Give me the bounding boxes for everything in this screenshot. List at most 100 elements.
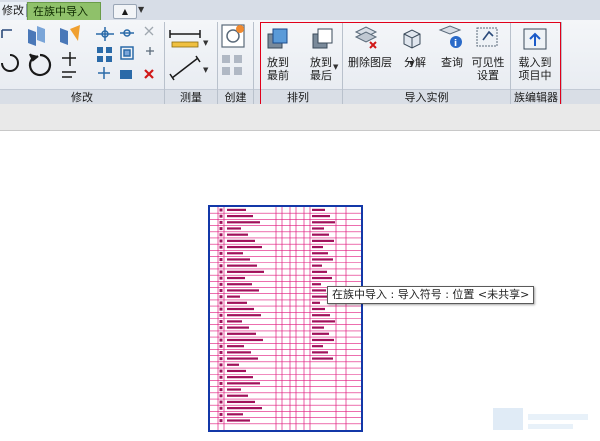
measure-distance-icon [169, 30, 201, 38]
cell-text-mark [312, 264, 322, 267]
cell-text-mark [312, 245, 323, 249]
cell-text-mark [312, 289, 326, 292]
family-category-icon [221, 24, 245, 48]
cell-text-mark [227, 307, 254, 311]
cell-text-mark [312, 345, 323, 348]
cell-text-mark [312, 301, 320, 304]
ruler-icon [171, 41, 199, 48]
cell-index-mark [219, 289, 223, 293]
cell-text-mark [312, 252, 328, 255]
ribbon-toggle-icon: ▲ [121, 7, 129, 16]
dropdown-arrow-icon: ▼ [203, 66, 209, 74]
cell-index-mark [219, 369, 223, 373]
cell-text-mark [227, 369, 246, 373]
cell-text-mark [312, 214, 330, 218]
cell-text-mark [312, 326, 324, 329]
cell-text-mark [312, 320, 335, 323]
cell-index-mark [219, 400, 223, 404]
cell-index-mark [219, 208, 223, 212]
cell-index-mark [219, 239, 223, 243]
cell-text-mark [227, 357, 258, 360]
cell-index-mark [219, 326, 223, 330]
move-icon [96, 27, 114, 41]
cell-text-mark [227, 252, 243, 255]
cell-index-mark [219, 363, 223, 367]
scale-icon [120, 46, 134, 60]
cell-index-mark [219, 233, 223, 237]
cell-text-mark [312, 227, 324, 230]
aligned-dimension-icon [169, 55, 201, 81]
cell-text-mark [227, 345, 244, 348]
align-small-icon [62, 71, 76, 78]
cell-text-mark [227, 413, 243, 416]
align-icon [1, 29, 12, 38]
tab-import-in-family[interactable]: 在族中导入 [27, 2, 101, 21]
create-small-icons [222, 55, 242, 75]
cell-text-mark [227, 227, 241, 230]
element-tooltip: 在族中导入 : 导入符号 : 位置 <未共享> [327, 286, 535, 304]
tab-modify[interactable]: 修改 [0, 2, 26, 20]
cell-index-mark [219, 419, 223, 423]
cell-text-mark [227, 283, 252, 286]
cell-text-mark [227, 382, 260, 385]
cell-text-mark [227, 338, 263, 342]
cell-index-mark [219, 357, 223, 361]
cell-text-mark [312, 258, 333, 261]
cell-index-mark [219, 406, 223, 410]
cell-text-mark [312, 208, 325, 211]
cell-text-mark [227, 289, 259, 292]
cell-text-mark [227, 301, 247, 304]
cell-text-mark [227, 258, 250, 261]
cell-text-mark [227, 276, 245, 280]
array-icon [97, 47, 112, 62]
cell-index-mark [219, 295, 223, 299]
cell-text-mark [227, 270, 264, 273]
cell-index-mark [219, 251, 223, 255]
cell-text-mark [227, 376, 253, 379]
cell-text-mark [227, 407, 262, 410]
panel-label-create: 创建 [218, 89, 253, 105]
cell-index-mark [219, 307, 223, 311]
drawing-table-graphic [210, 207, 361, 430]
cell-text-mark [312, 338, 334, 342]
imported-cad-drawing[interactable] [208, 205, 363, 432]
cell-text-mark [227, 208, 246, 211]
cell-text-mark [312, 221, 335, 224]
rotate-icon [1, 54, 19, 72]
ribbon-tab-bar: 修改 在族中导入 ▲ ▼ [0, 0, 600, 21]
copy-icon [120, 29, 134, 37]
cell-index-mark [219, 320, 223, 323]
cell-index-mark [219, 214, 223, 218]
cell-text-mark [227, 264, 257, 267]
cell-text-mark [227, 400, 255, 404]
cell-index-mark [219, 264, 223, 268]
cell-index-mark [219, 282, 223, 286]
watermark-logo [493, 408, 588, 430]
unpin-icon [146, 47, 154, 55]
cell-text-mark [227, 388, 241, 391]
cell-index-mark [219, 313, 223, 317]
cell-text-mark [312, 239, 334, 242]
ribbon-toggle-button[interactable]: ▲ [113, 4, 137, 19]
mirror-icon [60, 25, 80, 45]
cell-text-mark [227, 419, 250, 422]
dropdown-arrow-icon[interactable]: ▼ [138, 5, 144, 14]
cell-index-mark [219, 245, 223, 249]
cell-text-mark [312, 233, 329, 236]
cell-index-mark [219, 276, 223, 280]
trim-icon [144, 26, 154, 36]
cell-text-mark [312, 332, 329, 335]
cell-index-mark [219, 344, 223, 348]
cell-index-mark [219, 388, 223, 392]
delete-icon [144, 69, 154, 79]
cell-text-mark [227, 332, 256, 335]
cell-text-mark [227, 314, 261, 317]
cell-text-mark [227, 233, 248, 236]
cell-index-mark [219, 394, 223, 398]
highlight-box [260, 22, 561, 105]
split-icon [62, 52, 76, 66]
cell-index-mark [219, 375, 223, 379]
options-bar [0, 104, 600, 131]
lock-icon [120, 70, 132, 79]
cell-text-mark [312, 276, 332, 280]
